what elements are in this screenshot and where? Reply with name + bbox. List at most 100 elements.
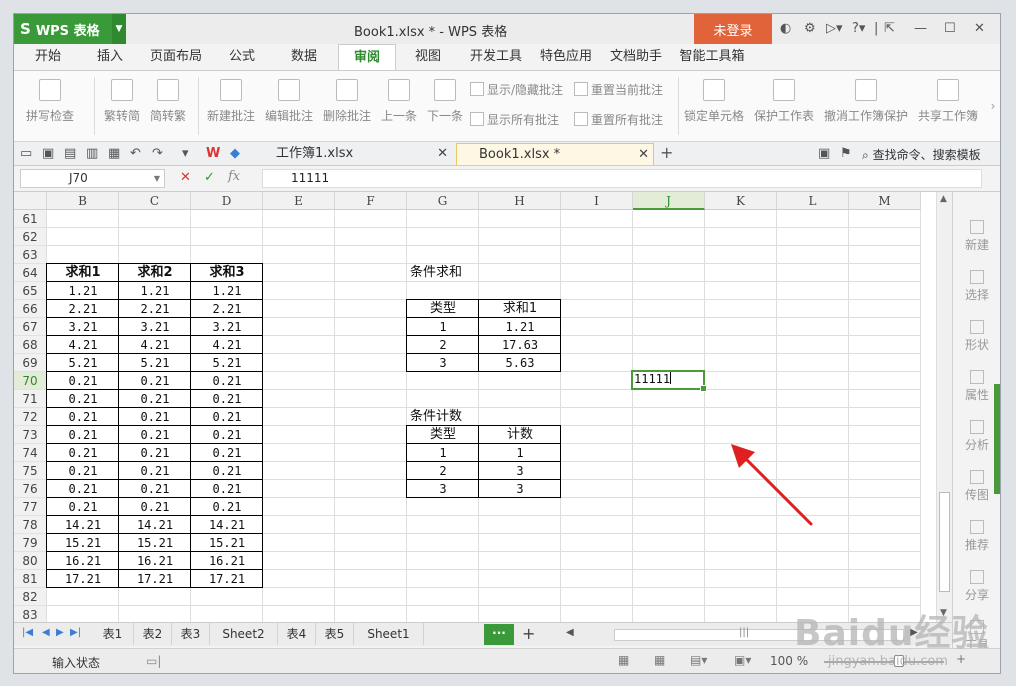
column-header-h[interactable]: H [479,192,561,210]
more-sheets-button[interactable]: ··· [484,624,514,645]
row-header-66[interactable]: 66 [14,300,47,318]
row-header-63[interactable]: 63 [14,246,47,264]
app-menu-button[interactable]: S WPS 表格 ▼ [14,14,126,44]
delete-comment-button[interactable]: 删除批注 [320,79,374,124]
table-value-cell[interactable]: 17.21 [47,570,119,588]
sheet-tab[interactable]: Sheet2 [210,623,278,645]
table-value-cell[interactable]: 0.21 [47,426,119,444]
active-cell[interactable]: 11111 [631,370,707,392]
row-header-69[interactable]: 69 [14,354,47,372]
side-panel-toggle[interactable] [994,384,1000,494]
row-header-64[interactable]: 64 [14,264,47,282]
sheet-tab[interactable]: 表3 [172,623,210,645]
chevron-down-icon[interactable]: ▾ [182,146,189,161]
fill-handle[interactable] [700,385,707,392]
row-header-78[interactable]: 78 [14,516,47,534]
minimize-icon[interactable]: — [914,21,927,36]
next-sheet-icon[interactable]: ▶ [56,627,64,638]
table-value-cell[interactable]: 16.21 [47,552,119,570]
reset-all-comments-button[interactable]: 重置所有批注 [574,111,663,128]
table-value-cell[interactable]: 5.21 [119,354,191,372]
table-value-cell[interactable]: 0.21 [119,372,191,390]
table-value-cell[interactable]: 0.21 [47,372,119,390]
table-value-cell[interactable]: 15.21 [191,534,263,552]
side-select-button[interactable]: 选择 [953,270,1000,303]
name-box[interactable]: J70 ▼ [20,169,165,188]
formula-input[interactable]: 11111 [262,169,982,188]
select-all-corner[interactable] [14,192,47,210]
column-header-c[interactable]: C [119,192,191,210]
table-value-cell[interactable]: 1 [407,318,479,336]
tab-data[interactable]: 数据 [282,44,326,70]
table-value-cell[interactable]: 1 [479,444,561,462]
to-traditional-button[interactable]: 繁转简 [102,79,142,124]
skin-icon[interactable]: ◐ [780,21,791,36]
row-header-79[interactable]: 79 [14,534,47,552]
search-commands[interactable]: ⌕ 查找命令、搜索模板 [862,146,981,163]
row-header-82[interactable]: 82 [14,588,47,606]
tab-home[interactable]: 开始 [26,44,70,70]
table-value-cell[interactable]: 3 [407,480,479,498]
row-header-73[interactable]: 73 [14,426,47,444]
table-value-cell[interactable]: 3.21 [47,318,119,336]
row-header-81[interactable]: 81 [14,570,47,588]
row-header-68[interactable]: 68 [14,336,47,354]
share-workbook-button[interactable]: 共享工作簿 [916,79,980,124]
table-value-cell[interactable]: 0.21 [119,498,191,516]
edit-comment-button[interactable]: 编辑批注 [262,79,316,124]
column-header-k[interactable]: K [705,192,777,210]
table-value-cell[interactable]: 0.21 [47,498,119,516]
table-value-cell[interactable]: 1.21 [191,282,263,300]
sheet-tab[interactable]: 表1 [92,623,134,645]
table-value-cell[interactable]: 2.21 [47,300,119,318]
sheet-tab[interactable]: Sheet1 [354,623,424,645]
table-value-cell[interactable]: 0.21 [119,480,191,498]
table-header-cell[interactable]: 类型 [407,426,479,444]
cancel-entry-icon[interactable]: ✕ [180,170,191,185]
flag-icon[interactable]: ⚑ [840,146,852,161]
column-header-f[interactable]: F [335,192,407,210]
table-value-cell[interactable]: 0.21 [119,444,191,462]
table-value-cell[interactable]: 5.21 [191,354,263,372]
row-header-83[interactable]: 83 [14,606,47,622]
table-value-cell[interactable]: 2 [407,462,479,480]
table-header-cell[interactable]: 类型 [407,300,479,318]
unprotect-workbook-button[interactable]: 撤消工作簿保护 [822,79,910,124]
table-value-cell[interactable]: 0.21 [191,480,263,498]
table-value-cell[interactable]: 16.21 [119,552,191,570]
sheet-tab[interactable]: 表4 [278,623,316,645]
side-share-button[interactable]: 分享 [953,570,1000,603]
prev-sheet-icon[interactable]: ◀ [42,627,50,638]
row-header-71[interactable]: 71 [14,390,47,408]
table-value-cell[interactable]: 0.21 [191,498,263,516]
tab-doc-assistant[interactable]: 文档助手 [604,44,668,70]
table-value-cell[interactable]: 1.21 [119,282,191,300]
side-new-button[interactable]: 新建 [953,220,1000,253]
table-value-cell[interactable]: 0.21 [47,480,119,498]
column-header-j[interactable]: J [633,192,705,210]
tab-features[interactable]: 特色应用 [534,44,598,70]
redo-icon[interactable]: ↷ [152,146,163,161]
table-value-cell[interactable]: 0.21 [47,408,119,426]
table-value-cell[interactable]: 3 [479,462,561,480]
vertical-scrollbar[interactable]: ▲ ▼ [936,192,952,622]
add-sheet-icon[interactable]: + [522,624,535,643]
table-header-cell[interactable]: 求和3 [191,264,263,282]
new-comment-button[interactable]: 新建批注 [204,79,258,124]
table-value-cell[interactable]: 5.21 [47,354,119,372]
chevron-down-icon[interactable]: ▼ [154,170,160,187]
table-value-cell[interactable]: 15.21 [47,534,119,552]
prev-comment-button[interactable]: 上一条 [378,79,420,124]
macro-record-icon[interactable]: ▭| [146,654,161,668]
table-value-cell[interactable]: 1 [407,444,479,462]
cube-icon[interactable]: ◆ [230,146,240,161]
table-value-cell[interactable]: 3.21 [191,318,263,336]
table-value-cell[interactable]: 17.21 [191,570,263,588]
page-break-view-icon[interactable]: ▦ [654,653,665,667]
show-all-comments-button[interactable]: 显示所有批注 [470,111,559,128]
table-value-cell[interactable]: 14.21 [191,516,263,534]
table-value-cell[interactable]: 2 [407,336,479,354]
table-value-cell[interactable]: 4.21 [47,336,119,354]
normal-view-icon[interactable]: ▦ [618,653,629,667]
file-tab-book1[interactable]: Book1.xlsx * ✕ [456,143,654,165]
